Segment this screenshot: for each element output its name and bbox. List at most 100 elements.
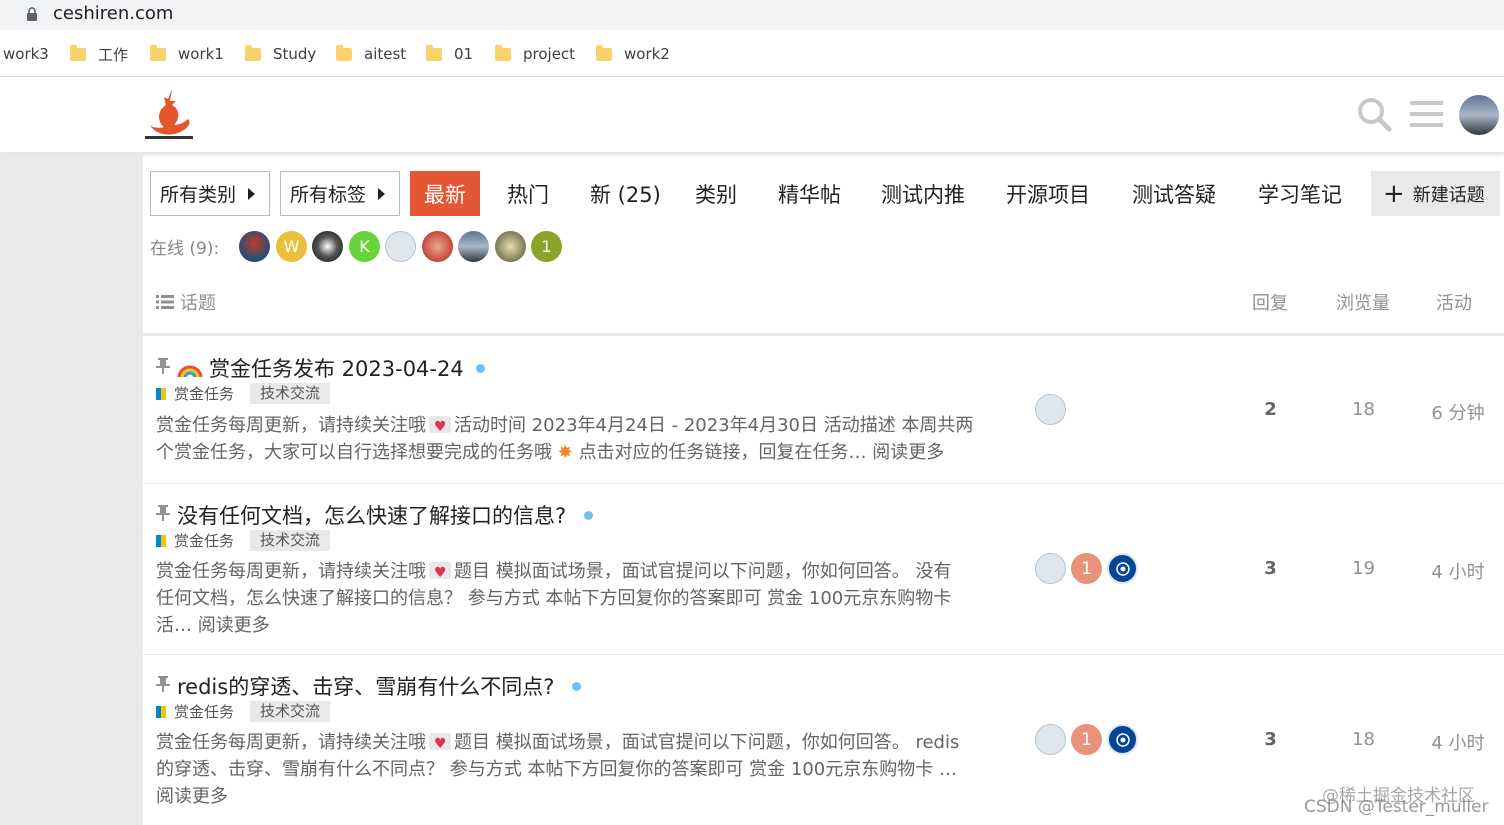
reply-count[interactable]: 3 bbox=[1253, 558, 1288, 579]
unread-indicator bbox=[475, 363, 485, 373]
category-link[interactable]: 赏金任务 bbox=[174, 530, 234, 551]
online-avatar[interactable] bbox=[422, 231, 453, 262]
club-crest-icon bbox=[1115, 561, 1130, 576]
love-letter-icon bbox=[429, 731, 451, 758]
excerpt-text: 题目 模拟面试场景，面试官提问以下问题，你如何回答。 没有 bbox=[454, 561, 952, 582]
replies-column-header[interactable]: 回复 bbox=[1252, 289, 1288, 315]
bookmark-label: 01 bbox=[454, 45, 474, 63]
tab-new[interactable]: 新 (25) bbox=[590, 171, 661, 216]
topic-excerpt[interactable]: 赏金任务每周更新，请持续关注哦 题目 模拟面试场景，面试官提问以下问题，你如何回答… bbox=[156, 558, 996, 639]
tab-categories[interactable]: 类别 bbox=[695, 171, 737, 216]
poster-avatar[interactable] bbox=[1035, 724, 1066, 755]
online-avatar[interactable] bbox=[312, 231, 343, 262]
folder-icon bbox=[70, 44, 86, 61]
bookmark-folder-project[interactable]: project bbox=[495, 44, 575, 64]
hamburger-menu-icon[interactable] bbox=[1410, 99, 1443, 129]
tag-dropdown[interactable]: 所有标签 bbox=[280, 171, 400, 216]
category-link[interactable]: 赏金任务 bbox=[174, 701, 234, 722]
caret-right-icon bbox=[378, 188, 385, 200]
online-avatar[interactable] bbox=[458, 231, 489, 262]
topics-column-header[interactable]: 话题 bbox=[156, 289, 216, 315]
bookmark-folder-work2[interactable]: work2 bbox=[596, 44, 670, 64]
bookmark-folder-01[interactable]: 01 bbox=[426, 44, 473, 64]
folder-icon bbox=[150, 44, 166, 61]
user-avatar[interactable] bbox=[1459, 95, 1499, 135]
topic-title-link[interactable]: 赏金任务发布 2023-04-24 bbox=[177, 353, 485, 383]
pin-icon bbox=[156, 358, 170, 374]
tab-top[interactable]: 热门 bbox=[507, 171, 549, 216]
search-icon[interactable] bbox=[1356, 96, 1392, 132]
activity-time[interactable]: 6 分钟 bbox=[1423, 399, 1493, 425]
poster-avatar[interactable] bbox=[1107, 553, 1138, 584]
poster-avatar[interactable]: 1 bbox=[1071, 724, 1102, 755]
category-dropdown[interactable]: 所有类别 bbox=[150, 171, 270, 216]
topic-excerpt[interactable]: 赏金任务每周更新，请持续关注哦 题目 模拟面试场景，面试官提问以下问题，你如何回答… bbox=[156, 729, 996, 810]
reply-count[interactable]: 2 bbox=[1253, 399, 1288, 420]
love-letter-icon bbox=[429, 414, 451, 441]
bookmark-folder-aitest[interactable]: aitest bbox=[336, 44, 406, 64]
folder-icon bbox=[596, 44, 612, 61]
tab-notes[interactable]: 学习笔记 bbox=[1258, 171, 1342, 216]
bookmark-work3[interactable]: work3 bbox=[3, 44, 49, 64]
bookmark-folder-work[interactable]: 工作 bbox=[70, 44, 128, 64]
tab-qa[interactable]: 测试答疑 bbox=[1132, 171, 1216, 216]
site-header bbox=[0, 77, 1504, 153]
activity-column-header[interactable]: 活动 bbox=[1436, 289, 1472, 315]
activity-time[interactable]: 4 小时 bbox=[1423, 558, 1493, 584]
rainbow-icon bbox=[177, 359, 203, 377]
online-avatar[interactable] bbox=[239, 231, 270, 262]
topic-excerpt[interactable]: 赏金任务每周更新，请持续关注哦 活动时间 2023年4月24日 - 2023年4月… bbox=[156, 412, 996, 466]
tag-link[interactable]: 技术交流 bbox=[250, 383, 331, 404]
activity-time[interactable]: 4 小时 bbox=[1423, 729, 1493, 755]
topic-title-text: 没有任何文档，怎么快速了解接口的信息? bbox=[177, 504, 567, 528]
tab-latest[interactable]: 最新 bbox=[410, 171, 480, 216]
bookmark-label: work3 bbox=[3, 45, 49, 63]
pin-icon bbox=[156, 505, 170, 521]
category-dropdown-label: 所有类别 bbox=[160, 184, 237, 206]
view-count: 18 bbox=[1352, 399, 1375, 420]
view-count: 18 bbox=[1352, 729, 1375, 750]
excerpt-text: 活… 阅读更多 bbox=[156, 615, 270, 636]
bookmarks-bar: work3 工作 work1 Study aitest 01 project w… bbox=[0, 30, 1504, 77]
reply-count[interactable]: 3 bbox=[1253, 729, 1288, 750]
online-avatar[interactable]: W bbox=[276, 231, 307, 262]
club-crest-icon bbox=[1115, 732, 1130, 747]
bookmark-label: work2 bbox=[624, 45, 670, 63]
poster-avatar[interactable] bbox=[1035, 553, 1066, 584]
new-topic-button[interactable]: + 新建话题 bbox=[1371, 171, 1500, 216]
tab-open-source[interactable]: 开源项目 bbox=[1006, 171, 1090, 216]
topic-meta: 赏金任务 技术交流 bbox=[156, 530, 331, 551]
views-column-header[interactable]: 浏览量 bbox=[1336, 289, 1390, 315]
excerpt-text: 活动时间 2023年4月24日 - 2023年4月30日 活动描述 本周共两 bbox=[454, 415, 974, 436]
new-topic-label: 新建话题 bbox=[1412, 184, 1485, 206]
folder-icon bbox=[495, 44, 511, 61]
online-avatar[interactable]: 1 bbox=[531, 231, 562, 262]
bookmark-folder-work1[interactable]: work1 bbox=[150, 44, 224, 64]
unread-indicator bbox=[584, 510, 594, 520]
excerpt-text: 点击对应的任务链接，回复在任务… 阅读更多 bbox=[578, 442, 945, 463]
excerpt-text: 赏金任务每周更新，请持续关注哦 bbox=[156, 732, 426, 753]
site-logo[interactable] bbox=[142, 87, 196, 143]
poster-avatar[interactable] bbox=[1035, 394, 1066, 425]
excerpt-text: 赏金任务每周更新，请持续关注哦 bbox=[156, 415, 426, 436]
category-link[interactable]: 赏金任务 bbox=[174, 383, 234, 404]
excerpt-text: 个赏金任务，大家可以自行选择想要完成的任务哦 bbox=[156, 442, 552, 463]
excerpt-text: 阅读更多 bbox=[156, 786, 228, 807]
topic-title-link[interactable]: redis的穿透、击穿、雪崩有什么不同点? bbox=[177, 671, 582, 701]
topic-row: 没有任何文档，怎么快速了解接口的信息? 赏金任务 技术交流 赏金任务每周更新，请… bbox=[143, 484, 1504, 655]
browser-address-bar[interactable]: ceshiren.com bbox=[0, 0, 1504, 30]
online-avatar[interactable]: K bbox=[349, 231, 380, 262]
poster-avatar[interactable]: 1 bbox=[1071, 553, 1102, 584]
tab-featured[interactable]: 精华帖 bbox=[778, 171, 841, 216]
tab-referral[interactable]: 测试内推 bbox=[881, 171, 965, 216]
online-avatar[interactable] bbox=[495, 231, 526, 262]
tag-link[interactable]: 技术交流 bbox=[250, 701, 331, 722]
category-badge-icon bbox=[156, 387, 166, 400]
topic-title-link[interactable]: 没有任何文档，怎么快速了解接口的信息? bbox=[177, 500, 594, 530]
bookmark-folder-study[interactable]: Study bbox=[245, 44, 316, 64]
online-avatar[interactable] bbox=[385, 231, 416, 262]
tag-link[interactable]: 技术交流 bbox=[250, 530, 331, 551]
left-gutter bbox=[0, 154, 143, 825]
excerpt-text: 题目 模拟面试场景，面试官提问以下问题，你如何回答。 redis bbox=[454, 732, 960, 753]
poster-avatar[interactable] bbox=[1107, 724, 1138, 755]
